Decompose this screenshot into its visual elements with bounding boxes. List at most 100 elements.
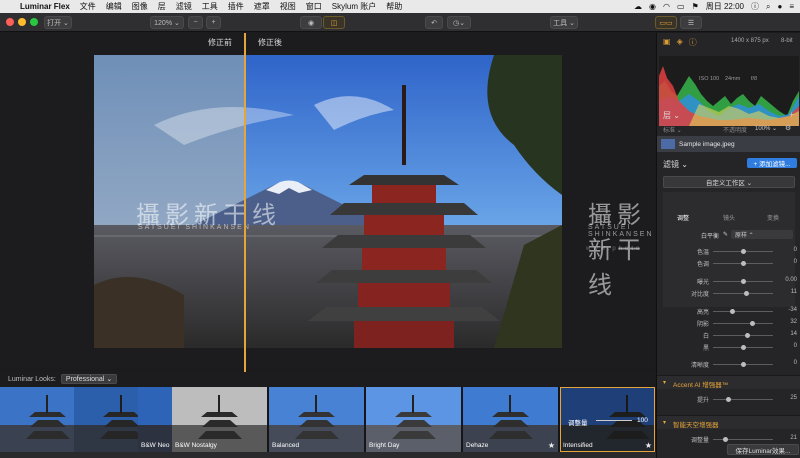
zoom-select[interactable]: 120% ⌄ (150, 16, 184, 29)
sky-enhancer-header[interactable]: ▾ 智能天空增强器 (657, 415, 800, 429)
info-icon[interactable]: ⓘ (751, 1, 759, 12)
look-thumb[interactable]: B&W Nostalgy (172, 387, 267, 452)
flag-icon[interactable]: ⚑ (692, 2, 699, 11)
menu-mask[interactable]: 遮罩 (254, 1, 270, 12)
blend-mode-select[interactable]: 标准 ⌄ (663, 125, 682, 134)
eyedropper-icon[interactable]: ✎ (723, 231, 728, 238)
wifi-icon[interactable]: ◠ (663, 2, 670, 11)
look-thumb[interactable]: Bright Day (366, 387, 461, 452)
slider-knob[interactable] (740, 279, 746, 284)
look-thumb-selected[interactable]: 调整量 100 Intensified ★ (560, 387, 655, 452)
menu-list-icon[interactable]: ≡ (789, 2, 794, 11)
slider-knob[interactable] (740, 249, 746, 254)
zoom-window-button[interactable] (30, 18, 38, 26)
look-thumb[interactable]: Dehaze ★ (463, 387, 558, 452)
minimize-window-button[interactable] (18, 18, 26, 26)
tab-lens[interactable]: 镜头 (723, 213, 735, 222)
history-button[interactable]: ◷⌄ (447, 16, 471, 29)
menu-edit[interactable]: 编辑 (106, 1, 122, 12)
menu-tools[interactable]: 工具 (202, 1, 218, 12)
gear-icon[interactable]: ⚙ (785, 124, 791, 132)
slider-track[interactable] (713, 335, 773, 336)
favorite-star-icon[interactable]: ★ (548, 441, 555, 450)
filters-view-button[interactable]: ▭▭ (655, 16, 677, 29)
slider-knob[interactable] (750, 321, 756, 326)
adjust-slider[interactable]: 高亮 -34 (657, 307, 800, 317)
slider-knob[interactable] (723, 437, 729, 442)
slider-knob[interactable] (740, 345, 746, 350)
layer-row[interactable]: Sample image.jpeg (657, 136, 800, 152)
battery-icon[interactable]: ▭ (677, 2, 685, 11)
zoom-in-button[interactable]: + (206, 16, 221, 29)
adjust-slider[interactable]: 色调 0 (657, 259, 800, 269)
app-name-menu[interactable]: Luminar Flex (20, 2, 70, 11)
tools-button[interactable]: 工具 ⌄ (550, 16, 578, 29)
siri-icon[interactable]: ◉ (649, 2, 656, 11)
close-window-button[interactable] (6, 18, 14, 26)
accent-boost-slider[interactable]: 提升 25 (657, 395, 800, 405)
adjust-slider[interactable]: 白 14 (657, 331, 800, 341)
menu-file[interactable]: 文件 (80, 1, 96, 12)
filters-title[interactable]: 滤镜 ⌄ (663, 159, 688, 170)
tab-adjust[interactable]: 调整 (677, 213, 689, 222)
adjust-slider[interactable]: 曝光 0.00 (657, 277, 800, 287)
favorite-star-icon[interactable]: ★ (645, 441, 652, 450)
image-canvas[interactable]: 修正前 修正後 攝影新干线 SATSUEI SHINKANSEN 攝影新干线 S… (0, 33, 655, 368)
add-layer-button[interactable]: + (789, 110, 794, 119)
adjust-slider[interactable]: 色温 0 (657, 247, 800, 257)
slider-track[interactable] (713, 293, 773, 294)
slider-knob[interactable] (744, 333, 750, 338)
undo-button[interactable]: ↶ (425, 16, 443, 29)
slider-knob[interactable] (740, 362, 746, 367)
slider-knob[interactable] (744, 291, 750, 296)
menu-skylum-account[interactable]: Skylum 账户 (332, 1, 376, 12)
clock[interactable]: 周日 22:00 (706, 1, 744, 12)
save-looks-button[interactable]: 保存Luminar效果... (727, 444, 799, 455)
slider-track[interactable] (713, 399, 773, 400)
info-icon[interactable]: ⓘ (689, 37, 697, 48)
menu-window[interactable]: 窗口 (306, 1, 322, 12)
looks-category-select[interactable]: Professional ⌄ (60, 374, 118, 384)
image-info-icon[interactable]: ▣ (663, 37, 671, 48)
opacity-select[interactable]: 100% ⌄ (755, 125, 777, 132)
workspace-select[interactable]: 自定义工作区 ⌄ (663, 176, 795, 188)
layers-title[interactable]: 层 ⌄ (663, 110, 680, 121)
sliders-view-button[interactable]: ☰ (680, 16, 702, 29)
adjust-slider[interactable]: 清晰度 0 (657, 360, 800, 370)
slider-knob[interactable] (730, 309, 736, 314)
accent-ai-header[interactable]: ▾ Accent AI 增强器™ (657, 375, 800, 389)
menu-view[interactable]: 视图 (280, 1, 296, 12)
before-label: 修正前 (208, 38, 232, 47)
menu-help[interactable]: 帮助 (386, 1, 402, 12)
menu-image[interactable]: 图像 (132, 1, 148, 12)
slider-knob[interactable] (740, 261, 746, 266)
cloud-icon[interactable]: ☁ (634, 2, 642, 11)
adjust-slider[interactable]: 对比度 11 (657, 289, 800, 299)
layers-icon[interactable]: ◈ (677, 37, 683, 48)
look-amount-slider[interactable] (596, 420, 632, 421)
adjust-slider[interactable]: 阴影 32 (657, 319, 800, 329)
white-balance-select[interactable]: 原样 ⌃ (731, 230, 793, 239)
look-name: Bright Day (369, 442, 400, 449)
look-name: Balanced (272, 442, 300, 449)
search-icon[interactable]: ⌕ (766, 2, 770, 12)
slider-label: 曝光 (696, 280, 709, 286)
menu-filter[interactable]: 滤镜 (176, 1, 192, 12)
add-filter-button[interactable]: + 添加滤镜... (747, 158, 797, 168)
tab-transform[interactable]: 变换 (767, 213, 779, 222)
compare-divider-handle[interactable] (244, 33, 246, 373)
user-avatar[interactable]: ● (777, 2, 782, 11)
menu-layer[interactable]: 层 (158, 1, 166, 12)
open-button[interactable]: 打开 ⌄ (44, 16, 72, 29)
adjust-slider[interactable]: 黑0 (657, 343, 800, 353)
look-thumb[interactable]: Balanced (269, 387, 364, 452)
look-thumb[interactable]: B&W Neo (138, 387, 172, 452)
slider-track[interactable] (713, 323, 773, 324)
slider-track[interactable] (713, 311, 773, 312)
eye-preview-button[interactable]: ◉ (300, 16, 322, 29)
menu-plugins[interactable]: 插件 (228, 1, 244, 12)
zoom-out-button[interactable]: − (188, 16, 203, 29)
slider-track[interactable] (713, 439, 773, 440)
slider-knob[interactable] (725, 397, 731, 402)
compare-button[interactable]: ◫ (323, 16, 345, 29)
